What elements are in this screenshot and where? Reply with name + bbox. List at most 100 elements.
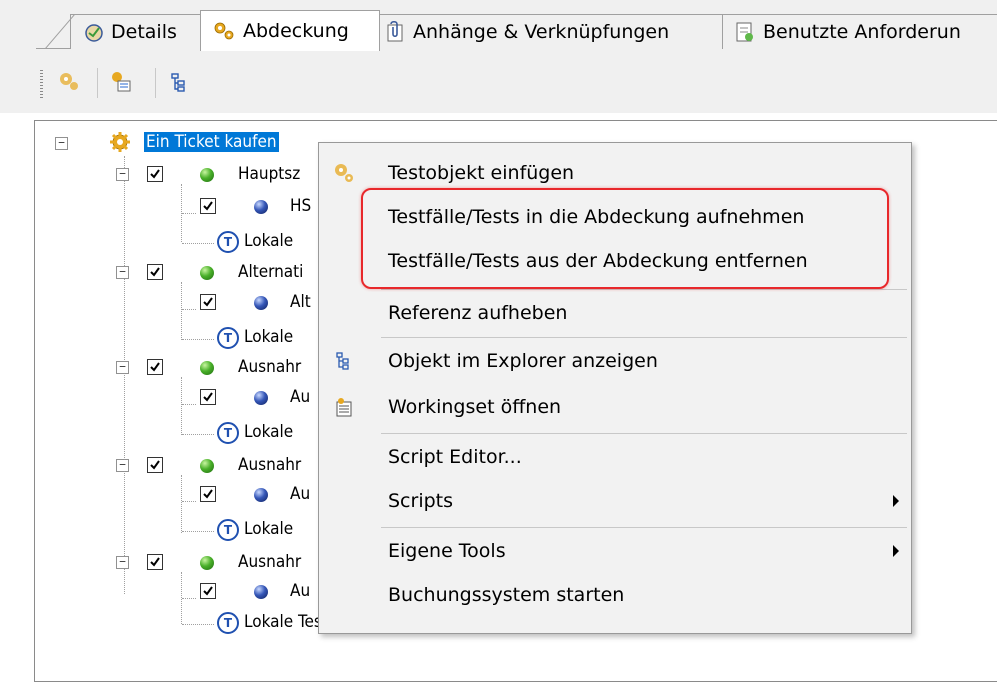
menu-item-show-in-explorer[interactable]: Objekt im Explorer anzeigen: [319, 339, 911, 383]
test-icon: T: [217, 422, 239, 444]
menu-item-label: Workingset öffnen: [388, 396, 562, 418]
tree-group-item[interactable]: Ausnahr: [238, 450, 301, 480]
menu-item-label: Objekt im Explorer anzeigen: [388, 350, 658, 372]
tree-expander-root[interactable]: −: [55, 137, 68, 150]
tree-connector: [181, 377, 182, 435]
attachment-icon: [387, 20, 403, 42]
tree-connector: [182, 404, 196, 405]
menu-item-label: Eigene Tools: [388, 540, 506, 562]
menu-item-script-editor[interactable]: Script Editor...: [319, 435, 911, 479]
tree-tests-item[interactable]: Lokale: [244, 226, 293, 256]
tree-connector: [124, 156, 125, 594]
tree-root-item[interactable]: Ein Ticket kaufen: [144, 127, 279, 157]
tree-tests-label: Lokale: [244, 327, 294, 347]
test-icon: T: [217, 519, 239, 541]
tree-connector: [182, 309, 196, 310]
tree-group-item[interactable]: Hauptsz: [238, 159, 300, 189]
tree-group-item[interactable]: Ausnahr: [238, 352, 301, 382]
tree-tests-label: Lokale: [244, 231, 294, 251]
tree-group-label: Ausnahr: [238, 357, 302, 377]
toolbar-grip[interactable]: [40, 70, 43, 98]
tree-checkbox[interactable]: [147, 264, 163, 280]
annotation-highlight: [361, 188, 889, 289]
tree-expander[interactable]: −: [116, 361, 129, 374]
tree-child-item[interactable]: HS: [290, 191, 311, 221]
tab-attachments[interactable]: Anhänge & Verknüpfungen: [372, 14, 730, 49]
toolbar-separator: [155, 68, 156, 98]
tree-group-item[interactable]: Alternati: [238, 257, 303, 287]
menu-separator: [381, 527, 907, 528]
tab-used-requirements[interactable]: Benutzte Anforderun: [722, 14, 997, 49]
tree-connector: [182, 598, 196, 599]
tree-tests-item[interactable]: Lokale: [244, 322, 293, 352]
menu-item-remove-reference[interactable]: Referenz aufheben: [319, 291, 911, 335]
test-icon: T: [217, 612, 239, 634]
step-icon: [254, 585, 268, 599]
tree-checkbox[interactable]: [200, 486, 216, 502]
menu-item-scripts[interactable]: Scripts: [319, 479, 911, 523]
tree-child-item[interactable]: Au: [290, 382, 310, 412]
menu-item-label: Script Editor...: [388, 446, 522, 468]
scenario-icon: [200, 459, 214, 473]
tree-expander[interactable]: −: [116, 168, 129, 181]
submenu-arrow-icon: [893, 545, 899, 557]
tree-expander[interactable]: −: [116, 266, 129, 279]
menu-item-label: Referenz aufheben: [388, 302, 568, 324]
toolbar: [0, 50, 997, 113]
insert-test-object-icon: [60, 73, 78, 90]
tree-expander[interactable]: −: [116, 459, 129, 472]
tree-child-label: Au: [290, 484, 311, 504]
tree-child-item[interactable]: Alt: [290, 287, 311, 317]
menu-item-own-tools[interactable]: Eigene Tools: [319, 529, 911, 573]
test-icon: T: [217, 231, 239, 253]
tree-tests-label: Lokale: [244, 519, 294, 539]
toolbar-add-coverage-button[interactable]: [107, 68, 135, 96]
tree-view-icon: [171, 73, 185, 92]
step-icon: [254, 296, 268, 310]
tree-child-label: Au: [290, 387, 311, 407]
tree-group-label: Alternati: [238, 262, 304, 282]
tree-connector: [181, 282, 182, 340]
tree-root-label: Ein Ticket kaufen: [144, 132, 279, 152]
menu-item-open-workingset[interactable]: Workingset öffnen: [319, 385, 911, 429]
tree-connector: [181, 475, 182, 533]
tree-checkbox[interactable]: [147, 554, 163, 570]
tree-checkbox[interactable]: [200, 583, 216, 599]
tree-tests-item[interactable]: Lokale: [244, 514, 293, 544]
tree-icon: [332, 349, 356, 373]
menu-separator: [381, 433, 907, 434]
submenu-arrow-icon: [893, 495, 899, 507]
step-icon: [254, 488, 268, 502]
step-icon: [254, 391, 268, 405]
tree-checkbox[interactable]: [147, 359, 163, 375]
tree-expander[interactable]: −: [116, 556, 129, 569]
tree-checkbox[interactable]: [147, 457, 163, 473]
tab-details-label: Details: [111, 21, 177, 43]
tree-group-item[interactable]: Ausnahr: [238, 547, 301, 577]
tree-checkbox[interactable]: [200, 198, 216, 214]
toolbar-insert-test-object-button[interactable]: [55, 68, 83, 96]
toolbar-tree-view-button[interactable]: [165, 68, 193, 96]
tree-connector: [182, 434, 214, 435]
tab-coverage-label: Abdeckung: [243, 20, 349, 42]
tree-checkbox[interactable]: [200, 389, 216, 405]
tree-child-item[interactable]: Au: [290, 576, 310, 606]
tab-details[interactable]: Details: [70, 14, 214, 49]
tab-strip: Details Abdeckung Anhänge & Verknüpfunge…: [0, 0, 997, 51]
tree-connector: [182, 213, 196, 214]
workingset-icon: [332, 395, 356, 419]
gear-icon: [332, 161, 356, 185]
add-coverage-icon: [112, 72, 131, 92]
tree-connector: [182, 243, 214, 244]
scenario-icon: [200, 556, 214, 570]
tree-connector: [182, 531, 214, 532]
tree-checkbox[interactable]: [200, 294, 216, 310]
tree-checkbox[interactable]: [147, 166, 163, 182]
tree-child-item[interactable]: Au: [290, 479, 310, 509]
tree-tests-item[interactable]: Lokale: [244, 417, 293, 447]
toolbar-separator: [97, 68, 98, 98]
menu-item-label: Testobjekt einfügen: [388, 162, 575, 184]
menu-item-start-booking-system[interactable]: Buchungssystem starten: [319, 573, 911, 617]
menu-item-label: Scripts: [388, 490, 454, 512]
tab-coverage[interactable]: Abdeckung: [200, 10, 380, 51]
